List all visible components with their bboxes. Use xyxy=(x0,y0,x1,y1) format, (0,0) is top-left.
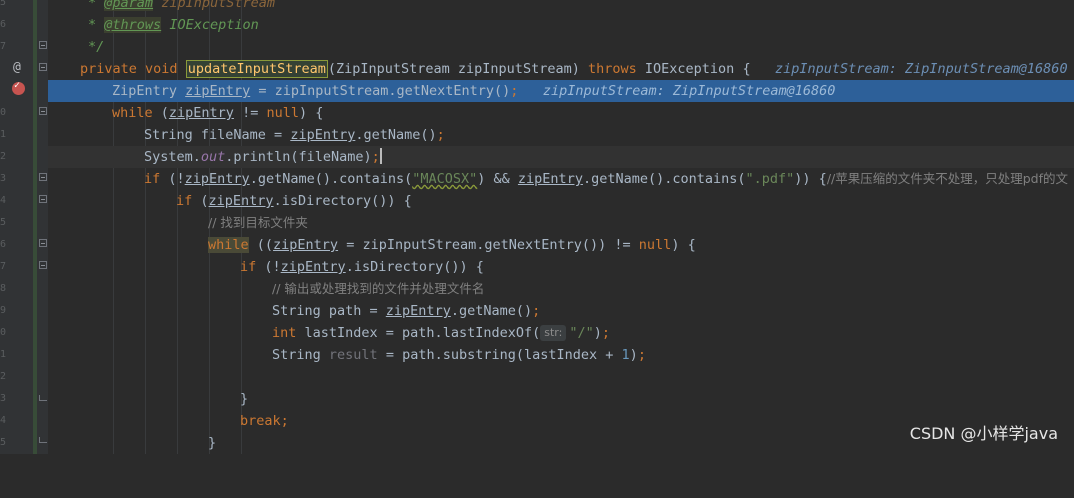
current-execution-line[interactable]: ZipEntry zipEntry = zipInputStream.getNe… xyxy=(48,80,1074,102)
code-line[interactable]: */ xyxy=(48,36,1074,58)
csdn-watermark: CSDN @小样学java xyxy=(909,424,1058,443)
code-line[interactable]: int lastIndex = path.lastIndexOf(str: "/"… xyxy=(48,322,1074,344)
javadoc-close: */ xyxy=(88,39,105,55)
text-caret xyxy=(379,148,382,164)
fold-marker-icon[interactable] xyxy=(39,107,47,115)
line-number: 0 xyxy=(0,327,7,338)
line-number: 2 xyxy=(0,371,7,382)
method-name[interactable]: updateInputStream xyxy=(185,60,328,78)
code-line[interactable]: while (zipEntry != null) { xyxy=(48,102,1074,124)
javadoc-tag: @throws xyxy=(104,17,162,33)
fold-marker-icon[interactable] xyxy=(39,195,47,203)
caret-line[interactable]: System.out.println(fileName); xyxy=(48,146,1074,168)
git-change-marker[interactable] xyxy=(33,0,37,454)
line-number: 7 xyxy=(0,41,7,52)
code-line[interactable]: String result = path.substring(lastIndex… xyxy=(48,344,1074,366)
javadoc-text: IOException xyxy=(169,17,259,33)
line-number: 3 xyxy=(0,173,7,184)
fold-end-icon[interactable] xyxy=(39,395,47,401)
fold-end-icon[interactable] xyxy=(39,437,47,443)
fold-marker-icon[interactable] xyxy=(39,261,47,269)
parameter-hint: str: xyxy=(540,325,567,341)
fold-marker-icon[interactable] xyxy=(39,239,47,247)
code-line[interactable]: if (!zipEntry.getName().contains("MACOSX… xyxy=(48,168,1074,190)
line-number: 4 xyxy=(0,195,7,206)
code-line[interactable]: String path = zipEntry.getName(); xyxy=(48,300,1074,322)
code-comment: //苹果压缩的文件夹不处理，只处理pdf的文 xyxy=(826,171,1069,186)
line-number: 6 xyxy=(0,239,7,250)
line-number: 5 xyxy=(0,217,7,228)
line-number: 7 xyxy=(0,261,7,272)
fold-marker-icon[interactable] xyxy=(39,41,47,49)
line-number: 0 xyxy=(0,107,7,118)
code-editor[interactable]: * @param zipInputStream * @throws IOExce… xyxy=(48,0,1074,454)
line-number: 1 xyxy=(0,349,7,360)
fold-marker-icon[interactable] xyxy=(39,173,47,181)
line-number: 2 xyxy=(0,151,7,162)
line-number: 4 xyxy=(0,415,7,426)
line-number: 9 xyxy=(0,305,7,316)
code-comment: // 输出或处理找到的文件并处理文件名 xyxy=(272,281,485,296)
debug-inline-value: zipInputStream: ZipInputStream@16860 xyxy=(774,61,1068,77)
breakpoint-icon[interactable] xyxy=(12,80,25,95)
line-number: 6 xyxy=(0,19,7,30)
code-line[interactable]: * @throws IOException xyxy=(48,14,1074,36)
override-annotation-icon[interactable]: @ xyxy=(13,60,21,75)
line-number: 5 xyxy=(0,437,7,448)
line-number: 1 xyxy=(0,129,7,140)
code-line[interactable]: * @param zipInputStream xyxy=(48,0,1074,14)
code-line[interactable]: } xyxy=(48,388,1074,410)
fold-marker-icon[interactable] xyxy=(39,63,47,71)
code-line[interactable]: String fileName = zipEntry.getName(); xyxy=(48,124,1074,146)
code-line[interactable]: // 输出或处理找到的文件并处理文件名 xyxy=(48,278,1074,300)
code-line[interactable]: if (!zipEntry.isDirectory()) { xyxy=(48,256,1074,278)
code-line[interactable]: private void updateInputStream (ZipInputS… xyxy=(48,58,1074,80)
editor-gutter[interactable]: 5 6 7 0 1 2 3 4 5 6 7 8 9 0 1 2 3 4 5 @ xyxy=(0,0,48,454)
code-line[interactable]: while ((zipEntry = zipInputStream.getNex… xyxy=(48,234,1074,256)
line-number: 5 xyxy=(0,0,7,8)
code-line[interactable]: if (zipEntry.isDirectory()) { xyxy=(48,190,1074,212)
code-line[interactable]: // 找到目标文件夹 xyxy=(48,212,1074,234)
code-comment: // 找到目标文件夹 xyxy=(208,215,308,230)
debug-inline-value: zipInputStream: ZipInputStream@16860 xyxy=(542,83,836,99)
line-number: 3 xyxy=(0,393,7,404)
line-number: 8 xyxy=(0,283,7,294)
javadoc-param: zipInputStream xyxy=(161,0,275,11)
javadoc-tag: @param xyxy=(104,0,154,11)
